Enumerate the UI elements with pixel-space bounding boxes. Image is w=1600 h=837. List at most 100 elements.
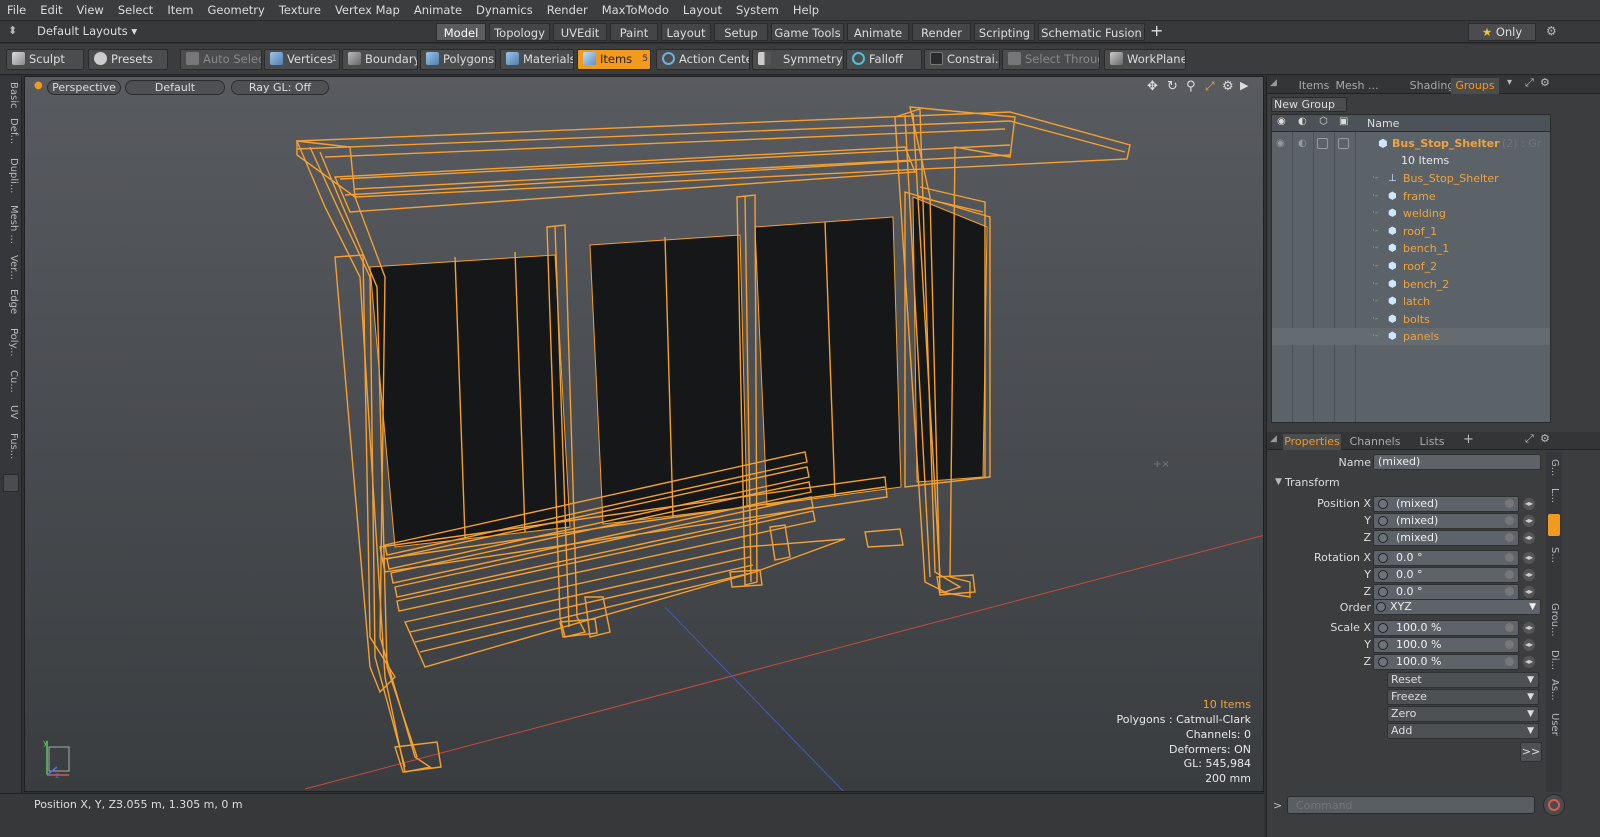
left-tab-9[interactable]: Fus... <box>3 428 19 464</box>
root-select-box[interactable] <box>1338 138 1349 149</box>
right-vtab-2[interactable]: S... <box>1548 540 1560 570</box>
command-input[interactable] <box>1287 796 1535 814</box>
select-through-button[interactable]: Select Through <box>1002 49 1100 70</box>
stepper-icon[interactable]: ◂▸ <box>1523 569 1535 581</box>
outliner-tab-items[interactable]: Items <box>1289 78 1339 94</box>
channel-dot-icon[interactable] <box>1378 587 1388 597</box>
right-vtab-5[interactable]: As... <box>1548 676 1560 704</box>
stepper-icon[interactable]: ◂▸ <box>1523 639 1535 651</box>
channel-dot-icon[interactable] <box>1378 533 1388 543</box>
keyframe-icon[interactable] <box>1505 657 1514 666</box>
stepper-icon[interactable]: ◂▸ <box>1523 515 1535 527</box>
root-render-icon[interactable]: ◐ <box>1298 135 1307 152</box>
outliner-tab-shading[interactable]: Shading <box>1407 78 1457 94</box>
falloff-button[interactable]: Falloff <box>846 49 922 70</box>
left-tab-0[interactable]: Basic <box>3 80 19 110</box>
menu-edit[interactable]: Edit <box>33 0 69 21</box>
outliner-maximize-icon[interactable]: ⤢ <box>1525 76 1534 90</box>
props-maximize-icon[interactable]: ⤢ <box>1525 432 1534 446</box>
scale-y-field[interactable]: 100.0 % <box>1373 637 1519 653</box>
menu-select[interactable]: Select <box>111 0 160 21</box>
items-button[interactable]: Items 5 <box>577 49 651 70</box>
keyframe-icon[interactable] <box>1505 516 1514 525</box>
props-tab-properties[interactable]: Properties <box>1283 434 1341 450</box>
menu-geometry[interactable]: Geometry <box>201 0 272 21</box>
position-x-field[interactable]: (mixed) <box>1373 496 1519 512</box>
right-vtab-1[interactable]: L... <box>1548 482 1560 510</box>
left-tab-8[interactable]: UV <box>3 398 19 426</box>
outliner-child-row[interactable]: ·- ⬢ welding <box>1272 205 1550 222</box>
groups-outliner[interactable]: ◉ ◐ ⬡ ▣ Name ◉ ◐ ⬢ Bus_Stop_Shelter (2) … <box>1271 114 1551 423</box>
right-vtab-6[interactable]: User <box>1548 706 1560 742</box>
reset-button[interactable]: Reset ▼ <box>1387 672 1539 688</box>
channel-dot-icon[interactable] <box>1378 657 1388 667</box>
right-vtab-4[interactable]: Di... <box>1548 646 1560 674</box>
menu-layout[interactable]: Layout <box>676 0 729 21</box>
keyframe-icon[interactable] <box>1505 533 1514 542</box>
menu-texture[interactable]: Texture <box>272 0 328 21</box>
outliner-child-row[interactable]: ·- ⊥ Bus_Stop_Shelter <box>1272 170 1550 187</box>
zero-button[interactable]: Zero ▼ <box>1387 706 1539 722</box>
menu-item[interactable]: Item <box>160 0 200 21</box>
presets-button[interactable]: Presets <box>88 49 168 70</box>
keyframe-icon[interactable] <box>1505 623 1514 632</box>
layout-tab-scripting[interactable]: Scripting <box>974 23 1035 41</box>
rotation-x-field[interactable]: 0.0 ° <box>1373 550 1519 566</box>
action-center-button[interactable]: Action Center <box>656 49 750 70</box>
outliner-child-row[interactable]: ·- ⬢ roof_1 <box>1272 223 1550 240</box>
outliner-tab-mesh[interactable]: Mesh ... <box>1335 78 1379 94</box>
order-select[interactable]: XYZ ▼ <box>1373 599 1541 615</box>
right-vtab-0[interactable]: G... <box>1548 456 1560 480</box>
keyframe-icon[interactable] <box>1505 640 1514 649</box>
channel-dot-icon[interactable] <box>1378 553 1388 563</box>
freeze-button[interactable]: Freeze ▼ <box>1387 689 1539 705</box>
symmetry-button[interactable]: Symmetry <box>752 49 844 70</box>
menu-maxtomodo[interactable]: MaxToModo <box>595 0 676 21</box>
menu-dynamics[interactable]: Dynamics <box>469 0 540 21</box>
panel-grip-icon[interactable]: ◢ <box>1270 78 1277 88</box>
layout-tab-render[interactable]: Render <box>912 23 971 41</box>
channel-dot-icon[interactable] <box>1378 640 1388 650</box>
keyframe-icon[interactable] <box>1505 499 1514 508</box>
stepper-icon[interactable]: ◂▸ <box>1523 498 1535 510</box>
sculpt-button[interactable]: Sculpt <box>6 49 84 70</box>
props-tab-channels[interactable]: Channels <box>1347 434 1403 450</box>
channel-dot-icon[interactable] <box>1378 570 1388 580</box>
stepper-icon[interactable]: ◂▸ <box>1523 552 1535 564</box>
left-tab-3[interactable]: Mesh ... <box>3 202 19 248</box>
position-y-field[interactable]: (mixed) <box>1373 513 1519 529</box>
outliner-child-row[interactable]: ·- ⬢ latch <box>1272 293 1550 310</box>
stepper-icon[interactable]: ◂▸ <box>1523 622 1535 634</box>
default-layouts-menu[interactable]: Default Layouts ▾ <box>37 24 137 38</box>
outliner-root-row[interactable]: ◉ ◐ ⬢ Bus_Stop_Shelter (2) : Gr <box>1272 135 1550 152</box>
layout-tab-uvedit[interactable]: UVEdit <box>553 23 607 41</box>
layout-options-icon[interactable]: ⚙ <box>1546 24 1557 38</box>
layout-tab-model[interactable]: Model <box>436 23 486 41</box>
outliner-menu-icon[interactable]: ▾ <box>1507 77 1512 88</box>
layout-tab-topology[interactable]: Topology <box>489 23 550 41</box>
scale-x-field[interactable]: 100.0 % <box>1373 620 1519 636</box>
right-vtab-3[interactable]: Grou... <box>1548 596 1560 644</box>
add-props-tab-icon[interactable]: + <box>1463 432 1474 448</box>
constraints-button[interactable]: Constrai... <box>924 49 1000 70</box>
outliner-tab-groups[interactable]: Groups <box>1451 78 1499 94</box>
outliner-child-row[interactable]: ·- ⬢ bolts <box>1272 311 1550 328</box>
3d-viewport[interactable]: ● Perspective Default Ray GL: Off ✥ ↻ ⚲ … <box>24 76 1264 792</box>
layout-tab-layout[interactable]: Layout <box>661 23 711 41</box>
name-field[interactable]: (mixed) <box>1373 454 1541 470</box>
polygons-button[interactable]: Polygons <box>420 49 496 70</box>
outliner-child-row[interactable]: ·- ⬢ panels <box>1272 328 1550 346</box>
stepper-icon[interactable]: ◂▸ <box>1523 656 1535 668</box>
root-lock-box[interactable] <box>1317 138 1328 149</box>
props-grip-icon[interactable]: ◢ <box>1270 434 1277 444</box>
outliner-child-row[interactable]: ·- ⬢ frame <box>1272 188 1550 205</box>
channel-dot-icon[interactable] <box>1378 623 1388 633</box>
keyframe-icon[interactable] <box>1505 553 1514 562</box>
props-tab-lists[interactable]: Lists <box>1413 434 1451 450</box>
rotation-y-field[interactable]: 0.0 ° <box>1373 567 1519 583</box>
scale-z-field[interactable]: 100.0 % <box>1373 654 1519 670</box>
rotation-z-field[interactable]: 0.0 ° <box>1373 584 1519 600</box>
layout-tab-setup[interactable]: Setup <box>714 23 768 41</box>
vertices-button[interactable]: Vertices 1 <box>264 49 340 70</box>
left-tab-2[interactable]: Dupli... <box>3 152 19 200</box>
